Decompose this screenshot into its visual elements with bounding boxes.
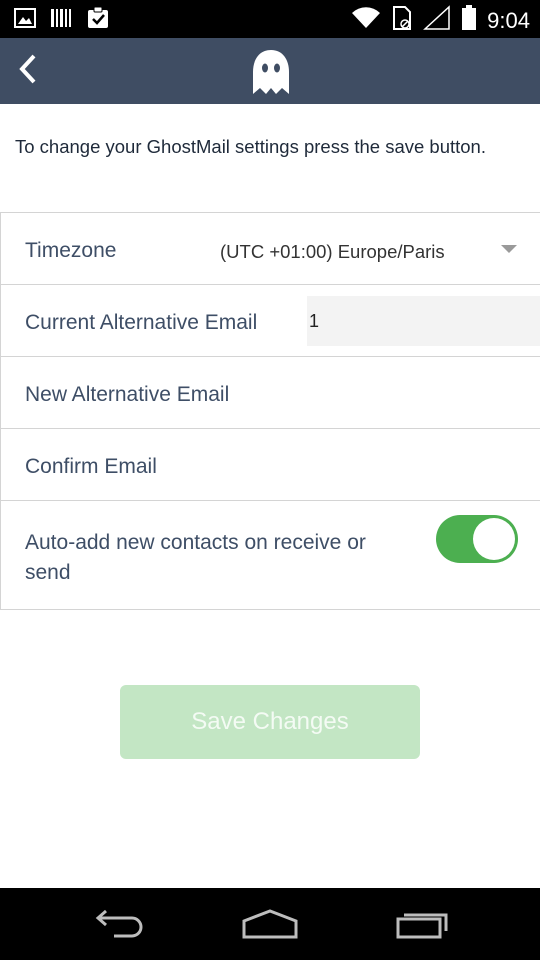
current-alternative-email-row: Current Alternative Email [0,284,540,356]
current-alternative-email-label: Current Alternative Email [25,311,258,334]
signal-icon [423,5,451,36]
status-bar-system: 9:04 [351,5,530,36]
back-nav-icon[interactable] [90,906,150,942]
dropdown-arrow-icon[interactable] [501,245,517,253]
navigation-bar [0,888,540,960]
timezone-value[interactable]: (UTC +01:00) Europe/Paris [220,241,466,263]
auto-add-contacts-label: Auto-add new contacts on receive or send [25,531,366,584]
auto-add-contacts-row: Auto-add new contacts on receive or send [0,500,540,610]
chevron-left-icon [16,53,40,90]
wifi-icon [351,6,381,35]
app-bar [0,38,540,104]
status-time: 9:04 [487,7,530,33]
toggle-knob [473,518,515,560]
status-bar: 9:04 [0,0,540,38]
confirm-email-row[interactable]: Confirm Email [0,428,540,500]
ghost-logo-icon [251,48,291,96]
image-icon [14,7,36,34]
new-alternative-email-row[interactable]: New Alternative Email [0,356,540,428]
home-nav-icon[interactable] [240,906,300,942]
sim-icon [391,5,413,36]
save-changes-button[interactable]: Save Changes [120,685,420,759]
clipboard-check-icon [86,6,110,35]
new-alternative-email-label[interactable]: New Alternative Email [25,383,229,407]
recents-nav-icon[interactable] [392,906,452,942]
current-alternative-email-input[interactable] [307,296,540,346]
timezone-row: Timezone (UTC +01:00) Europe/Paris [0,212,540,284]
back-button[interactable] [8,51,48,91]
timezone-label: Timezone [25,239,117,262]
barcode-icon [50,7,72,34]
auto-add-contacts-toggle[interactable] [436,515,518,563]
intro-text: To change your GhostMail settings press … [15,136,486,157]
confirm-email-label[interactable]: Confirm Email [25,455,157,479]
battery-icon [461,5,477,36]
status-bar-notifications [14,6,110,35]
